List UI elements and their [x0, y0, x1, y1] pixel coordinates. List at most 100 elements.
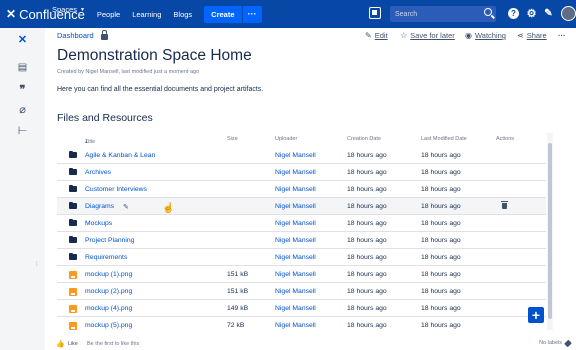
file-name-link[interactable]: mockup (2).png	[85, 288, 132, 295]
share-button[interactable]: ⋖ Share	[517, 31, 547, 40]
file-name-link[interactable]: Customer Interviews	[85, 186, 147, 193]
confluence-logo-icon: ✕	[6, 7, 17, 21]
folder-icon	[69, 252, 77, 260]
creation-date: 18 hours ago	[347, 271, 387, 278]
gear-icon[interactable]: ⚙	[526, 8, 537, 20]
creation-date: 18 hours ago	[347, 322, 387, 329]
notification-icon[interactable]: ✎	[543, 8, 554, 19]
pages-icon[interactable]: ▤	[16, 61, 29, 74]
table-row[interactable]: Mockups Nigel Mansell 18 hours ago 18 ho…	[57, 215, 546, 232]
help-icon[interactable]: ?	[508, 8, 519, 19]
file-name-link[interactable]: mockup (1).png	[85, 271, 132, 278]
search-input[interactable]: Search	[390, 6, 496, 22]
uploader-link[interactable]: Nigel Mansell	[275, 271, 316, 278]
tree-icon[interactable]: ⊢	[16, 124, 29, 137]
thumbs-up-icon: 👍	[56, 341, 65, 348]
table-row[interactable]: Customer Interviews Nigel Mansell 18 hou…	[57, 181, 546, 198]
file-size: 151 kB	[227, 271, 249, 278]
uploader-link[interactable]: Nigel Mansell	[275, 186, 316, 193]
user-avatar[interactable]	[561, 6, 576, 21]
share-icon: ⋖	[517, 31, 524, 40]
table-row[interactable]: mockup (2).png 151 kB Nigel Mansell 18 h…	[57, 283, 546, 300]
save-for-later-button[interactable]: ☆ Save for later	[400, 31, 455, 40]
create-more-button[interactable]: ···	[241, 5, 262, 23]
table-row[interactable]: mockup (1).png 151 kB Nigel Mansell 18 h…	[57, 266, 546, 283]
space-logo-icon[interactable]: ✕	[16, 33, 29, 46]
table-row[interactable]: Archives Nigel Mansell 18 hours ago 18 h…	[57, 164, 546, 181]
folder-icon	[69, 235, 77, 243]
files-table: Agile & Kanban & Lean Nigel Mansell 18 h…	[57, 147, 546, 330]
modified-date: 18 hours ago	[421, 220, 461, 227]
file-size: 149 kB	[227, 305, 249, 312]
table-header: Title ▴ Size Uploader Creation Date Last…	[57, 133, 546, 146]
like-label: Like	[67, 341, 78, 347]
file-name-link[interactable]: Project Planning	[85, 237, 135, 244]
column-actions: Actions	[496, 136, 515, 142]
column-creation-date[interactable]: Creation Date	[347, 136, 381, 142]
tag-icon	[564, 339, 572, 347]
folder-icon	[69, 184, 77, 192]
search-icon	[484, 8, 492, 16]
nav-spaces[interactable]: Spaces ▼	[52, 5, 85, 14]
image-file-icon	[69, 288, 77, 296]
resize-handle-icon[interactable]: ⁞	[36, 262, 38, 268]
uploader-link[interactable]: Nigel Mansell	[275, 322, 316, 329]
column-size[interactable]: Size	[227, 136, 238, 142]
uploader-link[interactable]: Nigel Mansell	[275, 152, 316, 159]
file-name-link[interactable]: Requirements	[85, 254, 127, 261]
attachment-icon[interactable]: ⌀	[16, 103, 29, 116]
folder-icon	[69, 218, 77, 226]
breadcrumb-dashboard[interactable]: Dashboard	[57, 31, 94, 40]
file-name-link[interactable]: Diagrams	[85, 203, 114, 210]
page-intro: Here you can find all the essential docu…	[57, 86, 264, 93]
uploader-link[interactable]: Nigel Mansell	[275, 305, 316, 312]
uploader-link[interactable]: Nigel Mansell	[275, 288, 316, 295]
column-uploader[interactable]: Uploader	[275, 136, 297, 142]
lock-icon[interactable]	[100, 29, 108, 40]
uploader-link[interactable]: Nigel Mansell	[275, 254, 316, 261]
chevron-down-icon: ▼	[80, 6, 85, 13]
scrollbar-thumb[interactable]	[548, 143, 552, 319]
edit-button[interactable]: ✎ Edit	[365, 31, 388, 40]
nav-blogs[interactable]: Blogs	[173, 10, 192, 19]
uploader-link[interactable]: Nigel Mansell	[275, 237, 316, 244]
creation-date: 18 hours ago	[347, 288, 387, 295]
like-button[interactable]: 👍 Like	[56, 340, 78, 348]
nav-spaces-label: Spaces	[52, 5, 78, 14]
modified-date: 18 hours ago	[421, 152, 461, 159]
nav-learning[interactable]: Learning	[132, 10, 161, 19]
table-row[interactable]: mockup (4).png 149 kB Nigel Mansell 18 h…	[57, 300, 546, 317]
uploader-link[interactable]: Nigel Mansell	[275, 169, 316, 176]
rename-pencil-icon[interactable]: ✎	[123, 203, 129, 211]
modified-date: 18 hours ago	[421, 186, 461, 193]
modified-date: 18 hours ago	[421, 169, 461, 176]
table-row[interactable]: mockup (5).png 72 kB Nigel Mansell 18 ho…	[57, 317, 546, 330]
file-name-link[interactable]: Archives	[85, 169, 111, 176]
column-last-modified[interactable]: Last Modified Date	[421, 136, 467, 142]
add-button[interactable]: +	[528, 307, 544, 323]
sort-asc-icon: ▴	[85, 139, 88, 145]
table-row[interactable]: Requirements Nigel Mansell 18 hours ago …	[57, 249, 546, 266]
file-name-link[interactable]: mockup (5).png	[85, 322, 132, 329]
trash-icon[interactable]	[501, 201, 508, 209]
labels-text: No labels	[539, 340, 562, 346]
uploader-link[interactable]: Nigel Mansell	[275, 220, 316, 227]
nav-people[interactable]: People	[97, 10, 120, 19]
app-switcher-icon[interactable]	[369, 7, 381, 19]
file-name-link[interactable]: mockup (4).png	[85, 305, 132, 312]
quote-icon[interactable]: ❞	[16, 83, 29, 96]
watching-button[interactable]: ◉ Watching	[465, 31, 506, 40]
table-row[interactable]: Project Planning Nigel Mansell 18 hours …	[57, 232, 546, 249]
more-actions-button[interactable]: ···	[558, 31, 566, 40]
creation-date: 18 hours ago	[347, 186, 387, 193]
creation-date: 18 hours ago	[347, 220, 387, 227]
labels-area[interactable]: No labels	[539, 339, 572, 347]
table-row[interactable]: Agile & Kanban & Lean Nigel Mansell 18 h…	[57, 147, 546, 164]
uploader-link[interactable]: Nigel Mansell	[275, 203, 316, 210]
file-name-link[interactable]: Agile & Kanban & Lean	[85, 152, 155, 159]
create-button[interactable]: Create	[204, 5, 242, 23]
table-row[interactable]: Diagrams ✎ ☝ Nigel Mansell 18 hours ago …	[57, 198, 546, 215]
file-name-link[interactable]: Mockups	[85, 220, 112, 227]
save-label: Save for later	[410, 31, 455, 40]
pencil-icon: ✎	[365, 31, 372, 40]
